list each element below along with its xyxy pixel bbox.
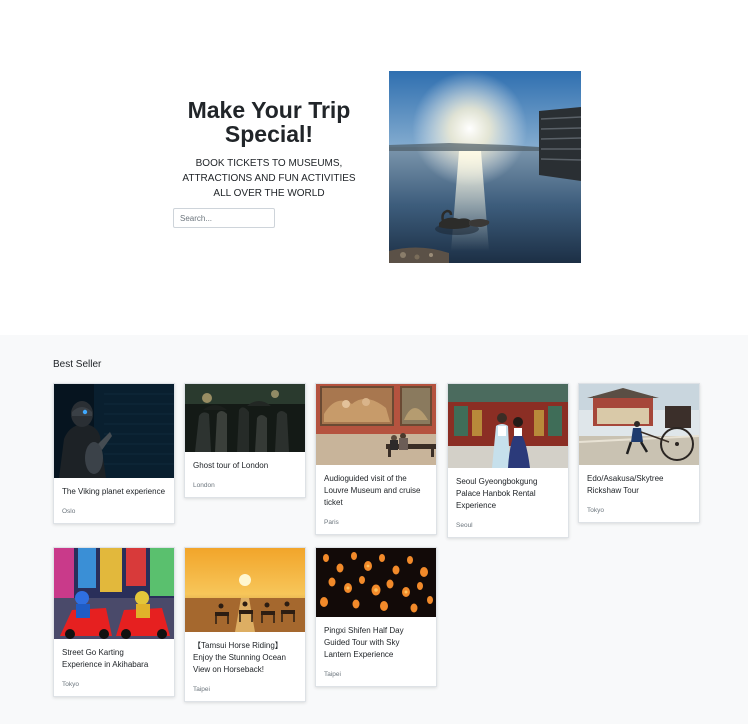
card-body: Pingxi Shifen Half Day Guided Tour with … — [316, 617, 436, 686]
card-image — [316, 548, 436, 617]
card-city: Paris — [324, 519, 339, 526]
product-card[interactable]: Seoul Gyeongbokgung Palace Hanbok Rental… — [447, 383, 569, 538]
hero-subtitle: BOOK TICKETS TO MUSEUMS, ATTRACTIONS AND… — [182, 158, 356, 199]
product-card[interactable]: Street Go Karting Experience in Akihabar… — [53, 547, 175, 697]
best-seller-section: Best Seller The Viking planet experience… — [0, 335, 748, 724]
card-city: Seoul — [456, 522, 473, 529]
hero-section: Make Your Trip Special! BOOK TICKETS TO … — [0, 0, 748, 335]
card-title: Ghost tour of London — [193, 461, 269, 470]
product-card[interactable]: The Viking planet experience Oslo — [53, 383, 175, 524]
card-body: Audioguided visit of the Louvre Museum a… — [316, 465, 436, 534]
card-body: Ghost tour of London London — [185, 452, 305, 497]
card-body: Edo/Asakusa/Skytree Rickshaw Tour Tokyo — [579, 465, 699, 522]
card-city: Taipei — [324, 671, 341, 678]
card-body: The Viking planet experience Oslo — [54, 478, 174, 523]
card-title: Audioguided visit of the Louvre Museum a… — [324, 474, 421, 507]
product-card[interactable]: Audioguided visit of the Louvre Museum a… — [315, 383, 437, 535]
card-body: 【Tamsui Horse Riding】Enjoy the Stunning … — [185, 632, 305, 701]
card-image — [579, 384, 699, 465]
card-title: Street Go Karting Experience in Akihabar… — [62, 648, 149, 669]
best-seller-heading: Best Seller — [53, 359, 102, 370]
card-image — [316, 384, 436, 465]
product-card[interactable]: Ghost tour of London London — [184, 383, 306, 498]
card-title: Pingxi Shifen Half Day Guided Tour with … — [324, 626, 404, 659]
product-card[interactable]: 【Tamsui Horse Riding】Enjoy the Stunning … — [184, 547, 306, 702]
card-image — [185, 548, 305, 632]
card-city: Oslo — [62, 508, 76, 515]
card-city: Tokyo — [587, 507, 604, 514]
product-card[interactable]: Pingxi Shifen Half Day Guided Tour with … — [315, 547, 437, 687]
search-input[interactable] — [173, 208, 275, 228]
card-title: Edo/Asakusa/Skytree Rickshaw Tour — [587, 474, 664, 495]
card-image — [185, 384, 305, 452]
card-image — [54, 384, 174, 478]
card-title: Seoul Gyeongbokgung Palace Hanbok Rental… — [456, 477, 538, 510]
card-city: Tokyo — [62, 681, 79, 688]
hero-lake-sunset-image — [389, 71, 581, 263]
card-city: London — [193, 482, 215, 489]
card-image — [54, 548, 174, 639]
hero-text: Make Your Trip Special! BOOK TICKETS TO … — [173, 98, 365, 201]
hero-title: Make Your Trip Special! — [187, 97, 351, 147]
card-title: The Viking planet experience — [62, 487, 166, 496]
product-card[interactable]: Edo/Asakusa/Skytree Rickshaw Tour Tokyo — [578, 383, 700, 523]
card-image — [448, 384, 568, 468]
card-body: Street Go Karting Experience in Akihabar… — [54, 639, 174, 696]
card-title: 【Tamsui Horse Riding】Enjoy the Stunning … — [193, 641, 286, 674]
card-body: Seoul Gyeongbokgung Palace Hanbok Rental… — [448, 468, 568, 537]
card-city: Taipei — [193, 686, 210, 693]
